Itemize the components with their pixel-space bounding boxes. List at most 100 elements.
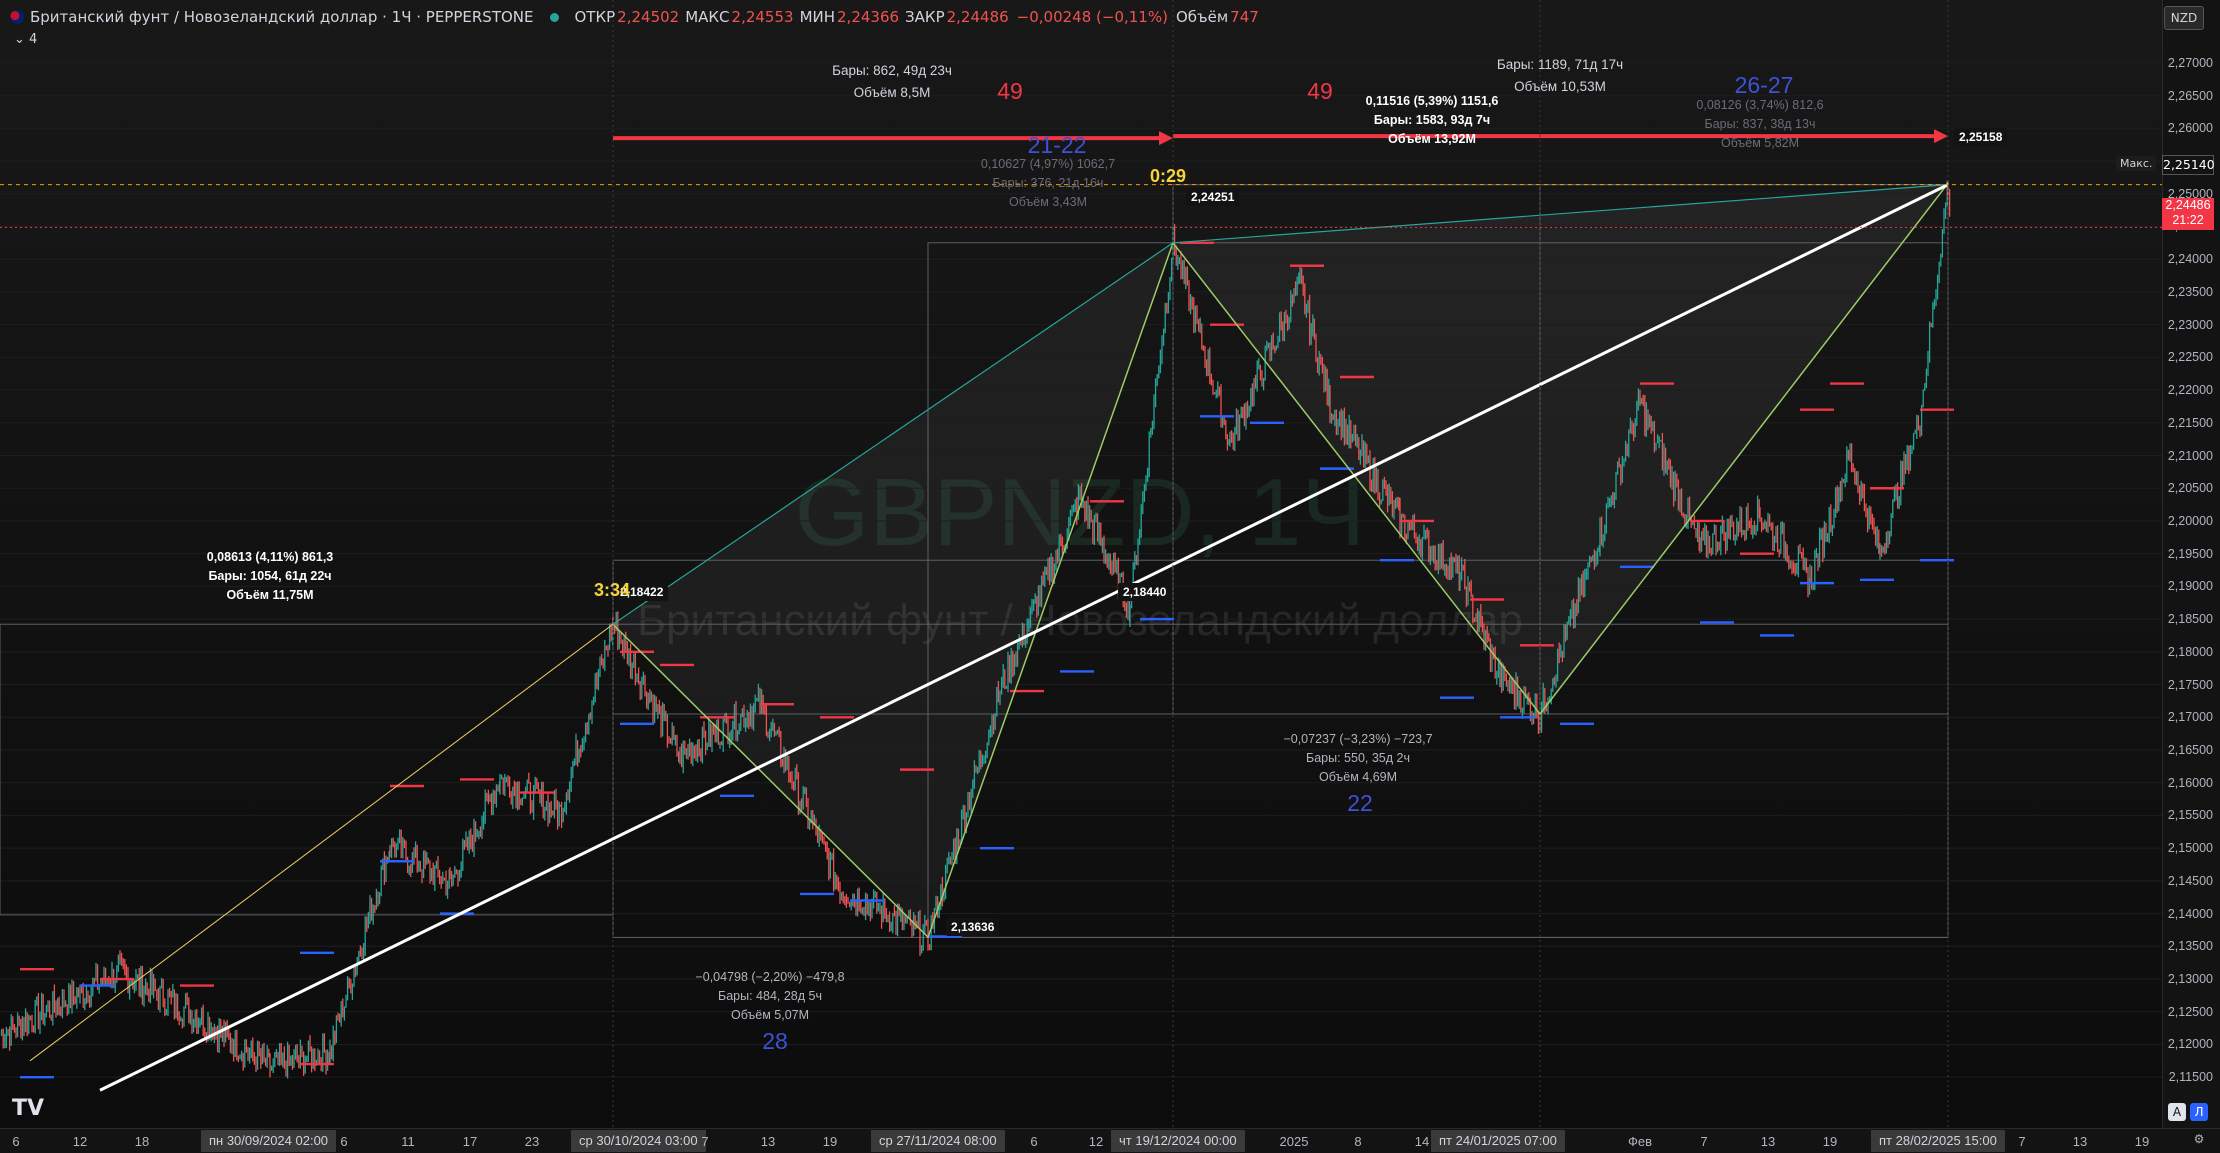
time-tick-label: 12 — [72, 1134, 88, 1149]
price-tick-label: 2,22000 — [2167, 383, 2213, 398]
wave-count-label: 26-27 — [1734, 72, 1794, 98]
price-tick-label: 2,20000 — [2167, 513, 2213, 528]
wave-count-label: 21-22 — [1027, 132, 1087, 158]
period-measure-label: Бары: 862, 49д 23ч Объём 8,5M — [832, 60, 952, 104]
chart-window: GBPNZD, 1Ч Британский фунт / Новозеландс… — [0, 0, 2220, 1153]
range-measure-line: Бары: 1583, 93д 7ч — [1373, 113, 1491, 127]
price-tick-label: 2,18500 — [2167, 612, 2213, 627]
close-price: 2,24486 — [2165, 198, 2211, 212]
harmonic-triangle-2 — [1173, 184, 1948, 715]
tradingview-logo[interactable]: TV — [12, 1096, 44, 1121]
range-measure-line: Объём 5,82M — [1720, 136, 1800, 150]
harmonic-triangle-1 — [613, 242, 1173, 938]
price-tick-label: 2,17500 — [2167, 677, 2213, 692]
open-value: 2,24502 — [617, 8, 680, 26]
time-tick-label: ср 27/11/2024 08:00 — [871, 1130, 1005, 1152]
price-tick-label: 2,27000 — [2167, 55, 2213, 70]
time-tick-label: ср 30/10/2024 03:00 — [571, 1130, 706, 1152]
price-tick-label: 2,26500 — [2167, 88, 2213, 103]
high-value: 2,24553 — [731, 8, 794, 26]
price-tick-label: 2,15500 — [2167, 808, 2213, 823]
price-tick-label: 2,20500 — [2167, 481, 2213, 496]
max-label: Макс. — [2116, 156, 2157, 171]
range-measure-label: 0,08126 (3,74%) 812,6 Бары: 837, 38д 13ч О… — [1696, 96, 1823, 153]
range-measure-line: Бары: 1054, 61д 22ч — [208, 569, 332, 583]
symbol-legend[interactable]: Британский фунт / Новозеландский доллар … — [10, 6, 1259, 28]
time-tick-label: пт 28/02/2025 15:00 — [1871, 1130, 2005, 1152]
price-tick-label: 2,23500 — [2167, 284, 2213, 299]
auto-scale-button[interactable]: A — [2168, 1103, 2186, 1121]
price-tick-label: 2,24000 — [2167, 252, 2213, 267]
price-tick-label: 2,12500 — [2167, 1004, 2213, 1019]
time-tick-label: 6 — [12, 1134, 20, 1149]
time-tick-label: пт 24/01/2025 07:00 — [1431, 1130, 1565, 1152]
time-tick-label: 17 — [462, 1134, 478, 1149]
range-measure-line: Объём 13,92M — [1388, 132, 1476, 146]
time-tick-label: пн 30/09/2024 02:00 — [201, 1130, 337, 1152]
indicators-toggle[interactable]: ⌄ 4 — [14, 32, 37, 47]
period-count: 49 — [1307, 78, 1333, 104]
price-tick-label: 2,23000 — [2167, 317, 2213, 332]
period-measure-line: Объём 10,53M — [1514, 79, 1606, 94]
chevron-down-icon: ⌄ — [14, 32, 25, 47]
range-measure-line: −0,07237 (−3,23%) −723,7 — [1283, 732, 1433, 746]
time-tick-label: 12 — [1088, 1134, 1104, 1149]
time-tick-label: 19 — [2134, 1134, 2150, 1149]
pivot-price-label: 2,24251 — [1186, 188, 1240, 206]
market-status-icon — [549, 12, 559, 22]
range-measure-line: Объём 5,07M — [730, 1008, 810, 1022]
fib-line — [29, 623, 614, 1062]
range-measure-line: Бары: 376, 21д 16ч — [992, 176, 1104, 190]
low-label: МИН — [799, 8, 836, 26]
period-count: 49 — [997, 78, 1023, 104]
price-tick-label: 2,14500 — [2167, 873, 2213, 888]
range-measure-line: −0,04798 (−2,20%) −479,8 — [695, 970, 845, 984]
currency-button[interactable]: NZD — [2164, 6, 2204, 30]
period-measure-line: Бары: 862, 49д 23ч — [832, 63, 952, 78]
settings-gear-icon[interactable]: ⚙ — [2190, 1130, 2208, 1148]
time-tick-label: 13 — [760, 1134, 776, 1149]
range-measure-label: 0,08613 (4,11%) 861,3 Бары: 1054, 61д 22ч… — [207, 548, 334, 605]
time-tick-label: 7 — [701, 1134, 709, 1149]
time-tick-label: 19 — [822, 1134, 838, 1149]
price-tick-label: 2,11500 — [2168, 1070, 2213, 1085]
close-price-tag: 2,24486 21:22 — [2162, 198, 2214, 230]
price-tick-label: 2,18000 — [2167, 644, 2213, 659]
time-tick-label: 7 — [2018, 1134, 2026, 1149]
time-tick-label: 11 — [401, 1134, 415, 1149]
log-scale-button[interactable]: Л — [2190, 1103, 2208, 1121]
period-measure-line: Бары: 1189, 71д 17ч — [1496, 57, 1624, 72]
price-tick-label: 2,21500 — [2167, 415, 2213, 430]
price-tick-label: 2,12000 — [2167, 1037, 2213, 1052]
trend-line — [99, 183, 1949, 1092]
price-tick-label: 2,19500 — [2167, 546, 2213, 561]
range-measure-label: 0,11516 (5,39%) 1151,6 Бары: 1583, 93д 7ч… — [1366, 92, 1499, 149]
pivot-price-label: 2,25158 — [1954, 128, 2008, 146]
pivot-price-label: 2,18440 — [1118, 583, 1172, 601]
period-arrow-1-head — [1159, 131, 1173, 146]
symbol-title[interactable]: Британский фунт / Новозеландский доллар … — [30, 8, 534, 26]
price-tick-label: 2,15000 — [2167, 841, 2213, 856]
price-tick-label: 2,14000 — [2167, 906, 2213, 921]
time-tick-label: 13 — [1760, 1134, 1776, 1149]
time-tick-label: 6 — [340, 1134, 348, 1149]
time-tick-label: 2025 — [1279, 1134, 1309, 1149]
time-axis[interactable]: 6 12 18 пн 30/09/2024 02:00 6 11 17 23 ср 30/10/… — [0, 1128, 2220, 1153]
price-tick-label: 2,17000 — [2167, 710, 2213, 725]
time-tick-label: 14 — [1414, 1134, 1430, 1149]
range-measure-line: Бары: 837, 38д 13ч — [1704, 117, 1816, 131]
price-tick-label: 2,21000 — [2167, 448, 2213, 463]
bar-countdown: 21:22 — [2172, 213, 2204, 227]
close-label: ЗАКР — [905, 8, 945, 26]
price-tick-label: 2,26000 — [2167, 121, 2213, 136]
time-tick-label: 7 — [1700, 1134, 1708, 1149]
time-label: 0:29 — [1149, 166, 1187, 186]
price-tick-label: 2,16000 — [2167, 775, 2213, 790]
wave-count-label: 28 — [762, 1028, 788, 1054]
time-tick-label: 23 — [524, 1134, 540, 1149]
time-tick-label: 8 — [1354, 1134, 1362, 1149]
close-value: 2,24486 — [946, 8, 1009, 26]
time-tick-label: 6 — [1030, 1134, 1038, 1149]
period-measure-label: Бары: 1189, 71д 17ч Объём 10,53M — [1497, 54, 1623, 98]
time-label: 3:34 — [593, 580, 631, 600]
